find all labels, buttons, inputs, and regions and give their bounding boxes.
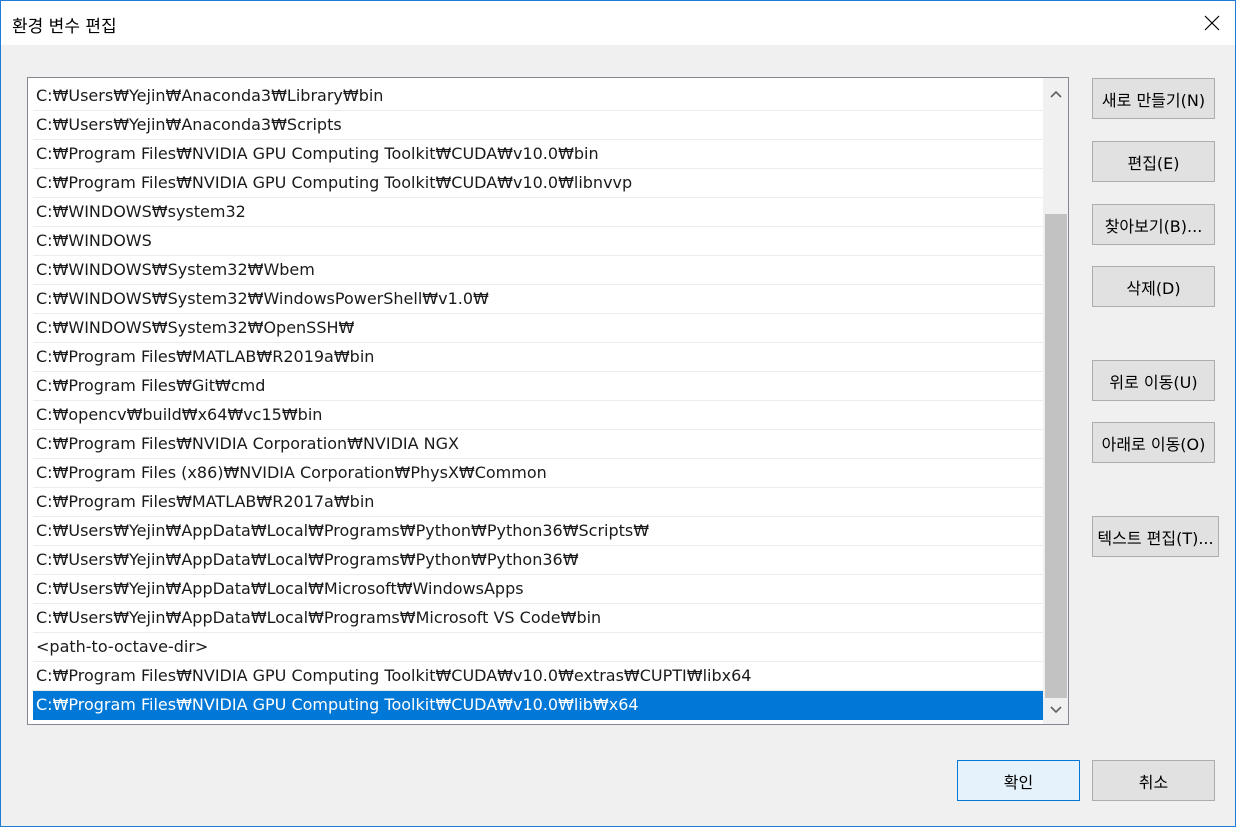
title-bar: 환경 변수 편집 <box>1 1 1235 45</box>
path-list-item[interactable]: C:₩WINDOWS₩System32₩WindowsPowerShell₩v1… <box>33 285 1043 314</box>
edit-env-var-dialog: 환경 변수 편집 C:₩Users₩Yejin₩Anaconda3₩Librar… <box>0 0 1236 827</box>
new-button[interactable]: 새로 만들기(N) <box>1092 78 1215 119</box>
path-list-item[interactable]: C:₩WINDOWS₩system32 <box>33 198 1043 227</box>
ok-button[interactable]: 확인 <box>957 760 1080 801</box>
path-list-item[interactable]: C:₩Program Files₩MATLAB₩R2019a₩bin <box>33 343 1043 372</box>
path-list-item[interactable]: C:₩Program Files₩NVIDIA GPU Computing To… <box>33 662 1043 691</box>
vertical-scrollbar[interactable] <box>1043 78 1068 724</box>
scroll-up-button[interactable] <box>1043 80 1068 108</box>
path-list-item[interactable]: C:₩WINDOWS₩System32₩OpenSSH₩ <box>33 314 1043 343</box>
path-list-item[interactable]: C:₩Program Files₩NVIDIA GPU Computing To… <box>33 169 1043 198</box>
edit-button[interactable]: 편집(E) <box>1092 141 1215 182</box>
path-list-item[interactable]: C:₩WINDOWS₩System32₩Wbem <box>33 256 1043 285</box>
cancel-button[interactable]: 취소 <box>1092 760 1215 801</box>
path-list-item[interactable]: <path-to-octave-dir> <box>33 633 1043 662</box>
path-list-item[interactable]: C:₩opencv₩build₩x64₩vc15₩bin <box>33 401 1043 430</box>
move-down-button[interactable]: 아래로 이동(O) <box>1092 422 1215 463</box>
close-icon <box>1204 15 1220 31</box>
path-list-item[interactable]: C:₩Program Files₩MATLAB₩R2017a₩bin <box>33 488 1043 517</box>
path-list-item[interactable]: C:₩Program Files₩NVIDIA GPU Computing To… <box>33 691 1043 720</box>
browse-button[interactable]: 찾아보기(B)... <box>1092 204 1215 245</box>
chevron-up-icon <box>1049 90 1062 98</box>
path-list: C:₩Users₩Yejin₩Anaconda3₩Library₩bin C:₩U… <box>33 82 1043 720</box>
close-button[interactable] <box>1189 1 1235 45</box>
path-list-item[interactable]: C:₩Program Files₩Git₩cmd <box>33 372 1043 401</box>
path-list-item[interactable]: C:₩Users₩Yejin₩AppData₩Local₩Programs₩Py… <box>33 546 1043 575</box>
path-list-item[interactable]: C:₩Users₩Yejin₩AppData₩Local₩Programs₩Mi… <box>33 604 1043 633</box>
scroll-down-button[interactable] <box>1043 696 1068 724</box>
chevron-down-icon <box>1049 706 1062 714</box>
delete-button[interactable]: 삭제(D) <box>1092 266 1215 307</box>
path-list-item[interactable]: C:₩Users₩Yejin₩Anaconda3₩Library₩bin <box>33 82 1043 111</box>
dialog-title: 환경 변수 편집 <box>12 17 117 37</box>
path-list-item[interactable]: C:₩Program Files₩NVIDIA Corporation₩NVID… <box>33 430 1043 459</box>
scroll-thumb[interactable] <box>1045 214 1067 698</box>
path-list-item[interactable]: C:₩Users₩Yejin₩AppData₩Local₩Microsoft₩W… <box>33 575 1043 604</box>
path-list-item[interactable]: C:₩Program Files (x86)₩NVIDIA Corporatio… <box>33 459 1043 488</box>
edit-text-button[interactable]: 텍스트 편집(T)... <box>1092 516 1219 557</box>
path-list-item[interactable]: C:₩WINDOWS <box>33 227 1043 256</box>
path-list-item[interactable]: C:₩Program Files₩NVIDIA GPU Computing To… <box>33 140 1043 169</box>
path-listbox[interactable]: C:₩Users₩Yejin₩Anaconda3₩Library₩bin C:₩U… <box>27 77 1069 725</box>
move-up-button[interactable]: 위로 이동(U) <box>1092 360 1215 401</box>
path-list-item[interactable]: C:₩Users₩Yejin₩AppData₩Local₩Programs₩Py… <box>33 517 1043 546</box>
path-list-item[interactable]: C:₩Users₩Yejin₩Anaconda3₩Scripts <box>33 111 1043 140</box>
